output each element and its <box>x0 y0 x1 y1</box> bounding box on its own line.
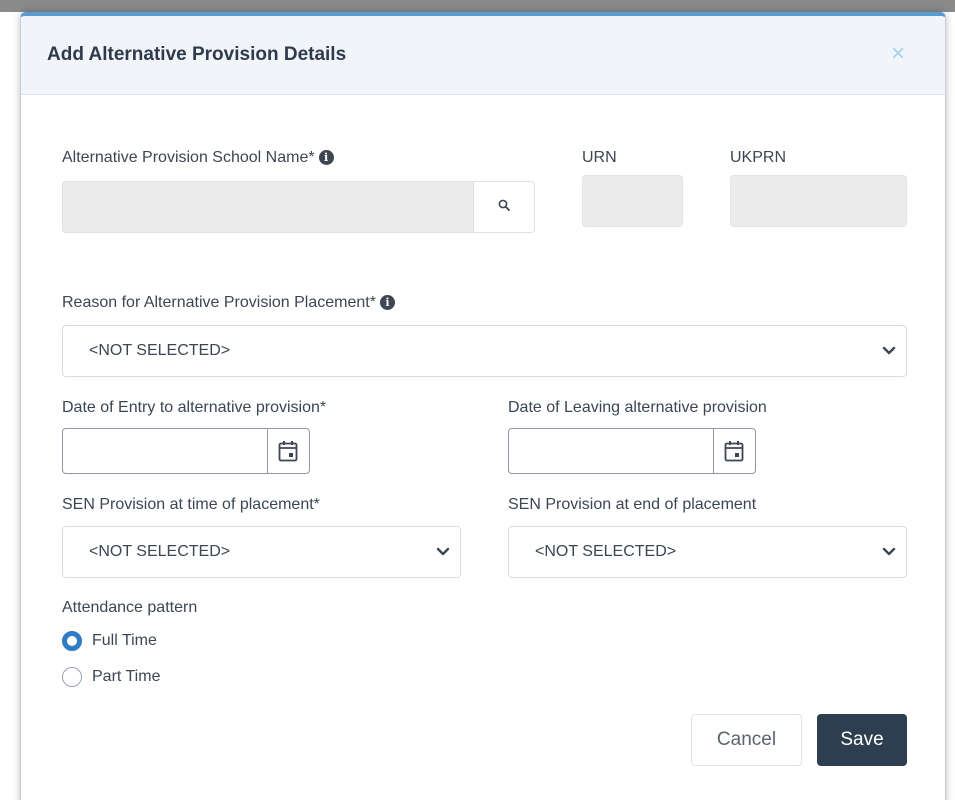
attendance-label: Attendance pattern <box>62 599 198 616</box>
backdrop-bar <box>0 0 955 12</box>
search-icon <box>498 199 510 211</box>
cancel-button[interactable]: Cancel <box>691 714 802 766</box>
attendance-option-full-time[interactable]: Full Time <box>62 630 202 654</box>
reason-label: Reason for Alternative Provision Placeme… <box>62 294 395 312</box>
info-icon[interactable]: i <box>318 150 334 165</box>
school-name-label-text: Alternative Provision School Name* <box>62 149 315 166</box>
entry-date-input[interactable] <box>63 429 268 473</box>
school-name-input[interactable] <box>63 182 475 232</box>
reason-select-value: <NOT SELECTED> <box>89 342 231 359</box>
dialog-title: Add Alternative Provision Details <box>47 44 347 65</box>
sen-end-label: SEN Provision at end of placement <box>508 496 757 513</box>
sen-start-label: SEN Provision at time of placement* <box>62 496 320 513</box>
ukprn-field[interactable] <box>730 175 907 227</box>
ukprn-label: UKPRN <box>730 149 787 166</box>
part-time-radio[interactable] <box>62 667 82 687</box>
sen-end-select[interactable]: <NOT SELECTED> <box>508 526 907 578</box>
reason-select[interactable]: <NOT SELECTED> <box>62 325 907 377</box>
entry-date-field <box>62 428 310 474</box>
part-time-label: Part Time <box>92 668 161 685</box>
sen-start-select-value: <NOT SELECTED> <box>89 543 231 560</box>
leaving-date-label: Date of Leaving alternative provision <box>508 399 767 416</box>
save-button[interactable]: Save <box>817 714 907 766</box>
urn-label: URN <box>582 149 617 166</box>
urn-field[interactable] <box>582 175 683 227</box>
close-icon[interactable]: × <box>891 42 905 66</box>
chevron-down-icon <box>882 547 896 556</box>
calendar-icon <box>724 441 744 462</box>
sen-start-select[interactable]: <NOT SELECTED> <box>62 526 461 578</box>
chevron-down-icon <box>882 346 896 355</box>
sen-end-select-value: <NOT SELECTED> <box>535 543 677 560</box>
add-alternative-provision-dialog: Add Alternative Provision Details × Alte… <box>20 12 946 800</box>
attendance-option-part-time[interactable]: Part Time <box>62 666 202 690</box>
entry-date-label: Date of Entry to alternative provision* <box>62 399 327 416</box>
info-icon[interactable]: i <box>379 295 395 310</box>
leaving-date-input[interactable] <box>509 429 714 473</box>
reason-label-text: Reason for Alternative Provision Placeme… <box>62 294 376 311</box>
full-time-label: Full Time <box>92 632 157 649</box>
school-name-label: Alternative Provision School Name* i <box>62 149 334 167</box>
calendar-icon <box>278 441 298 462</box>
dialog-header: Add Alternative Provision Details × <box>21 16 945 95</box>
school-search-button[interactable] <box>473 182 534 232</box>
entry-date-calendar-button[interactable] <box>267 429 309 473</box>
full-time-radio[interactable] <box>62 631 82 651</box>
leaving-date-calendar-button[interactable] <box>713 429 755 473</box>
school-name-field <box>62 181 535 233</box>
chevron-down-icon <box>436 547 450 556</box>
leaving-date-field <box>508 428 756 474</box>
